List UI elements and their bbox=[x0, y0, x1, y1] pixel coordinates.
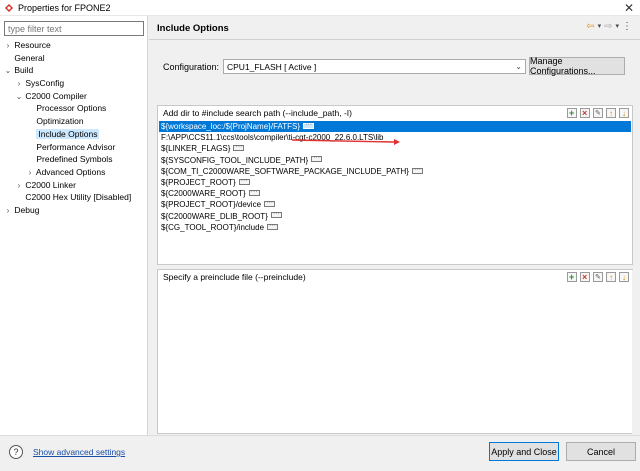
tree-item-label: Performance Advisor bbox=[36, 141, 116, 152]
include-path-text: ${C2000WARE_DLIB_ROOT} bbox=[161, 211, 268, 221]
edit-path-icon[interactable] bbox=[593, 107, 603, 121]
tree-item-label: Processor Options bbox=[36, 103, 107, 114]
edit-preinclude-icon[interactable] bbox=[593, 271, 603, 285]
tree-item-label: General bbox=[14, 52, 45, 63]
menu-icon[interactable]: ⋮ bbox=[622, 22, 632, 32]
annotation-arrow bbox=[291, 139, 400, 145]
tree-item-label: C2000 Linker bbox=[25, 179, 76, 190]
tree-item[interactable]: Performance Advisor bbox=[0, 141, 148, 154]
include-path-text: ${CG_TOOL_ROOT}/include bbox=[161, 222, 265, 232]
property-tree: › Resource General ⌄ Build › SysConfig ⌄ C2… bbox=[0, 39, 148, 217]
include-path-row[interactable]: ${C2000WARE_DLIB_ROOT} bbox=[159, 211, 631, 222]
tree-item[interactable]: Predefined Symbols bbox=[0, 153, 148, 166]
tree-item[interactable]: › Debug bbox=[0, 204, 148, 217]
forward-arrow-icon[interactable]: ⇨ bbox=[604, 22, 612, 32]
back-dropdown-icon[interactable]: ▾ bbox=[598, 22, 602, 32]
include-path-title: Add dir to #include search path (--inclu… bbox=[163, 108, 352, 118]
include-path-header: Add dir to #include search path (--inclu… bbox=[158, 106, 632, 121]
tree-item[interactable]: Include Options bbox=[0, 128, 148, 141]
window-close-icon[interactable]: ✕ bbox=[624, 1, 634, 15]
variable-badge-icon bbox=[248, 188, 260, 197]
include-path-text: ${PROJECT_ROOT}/device bbox=[161, 200, 262, 210]
variable-badge-icon bbox=[270, 211, 282, 220]
variable-badge-icon bbox=[267, 222, 279, 231]
move-up-icon[interactable] bbox=[606, 107, 616, 121]
configuration-value: CPU1_FLASH [ Active ] bbox=[227, 62, 317, 72]
move-down-icon[interactable] bbox=[619, 271, 629, 285]
tree-item[interactable]: General bbox=[0, 52, 148, 65]
show-advanced-settings-link[interactable]: Show advanced settings bbox=[33, 447, 125, 457]
tree-item[interactable]: ⌄ Build bbox=[0, 64, 148, 77]
variable-badge-icon bbox=[311, 155, 323, 164]
configuration-select[interactable]: CPU1_FLASH [ Active ] ⌄ bbox=[223, 59, 526, 74]
app-logo-icon bbox=[5, 3, 13, 12]
variable-badge-icon bbox=[411, 166, 423, 175]
page-title: Include Options bbox=[157, 23, 229, 34]
include-path-row[interactable]: ${PROJECT_ROOT}/device bbox=[159, 199, 631, 210]
tree-item[interactable]: › SysConfig bbox=[0, 77, 148, 90]
manage-configurations-button[interactable]: Manage Configurations... bbox=[529, 56, 625, 76]
include-path-text: ${C2000WARE_ROOT} bbox=[161, 189, 246, 199]
back-arrow-icon[interactable]: ⇦ bbox=[586, 22, 594, 32]
preinclude-panel: Specify a preinclude file (--preinclude) bbox=[157, 269, 633, 434]
apply-and-close-button[interactable]: Apply and Close bbox=[489, 442, 559, 461]
tree-item[interactable]: Processor Options bbox=[0, 102, 148, 115]
tree-item[interactable]: › C2000 Linker bbox=[0, 179, 148, 192]
page-header: Include Options ⇦ ▾ ⇨ ▾ ⋮ bbox=[149, 16, 640, 40]
move-down-icon[interactable] bbox=[619, 107, 629, 121]
add-path-icon[interactable] bbox=[567, 106, 577, 120]
property-navigation-pane: › Resource General⌄ Build› SysConfig⌄ C2… bbox=[0, 16, 148, 435]
tree-item[interactable]: Optimization bbox=[0, 115, 148, 128]
preinclude-title: Specify a preinclude file (--preinclude) bbox=[163, 272, 306, 282]
tree-item-label: Resource bbox=[14, 40, 51, 50]
tree-item[interactable]: › Resource bbox=[0, 39, 148, 52]
include-path-row[interactable]: ${COM_TI_C2000WARE_SOFTWARE_PACKAGE_INCL… bbox=[159, 166, 631, 177]
include-path-row[interactable]: ${C2000WARE_ROOT} bbox=[159, 188, 631, 199]
configuration-label: Configuration: bbox=[163, 61, 220, 72]
include-path-text: ${PROJECT_ROOT} bbox=[161, 177, 236, 187]
include-path-toolbar bbox=[567, 106, 629, 121]
add-preinclude-icon[interactable] bbox=[567, 270, 577, 284]
tree-item-label: C2000 Compiler bbox=[25, 90, 87, 101]
variable-badge-icon bbox=[264, 199, 276, 208]
delete-path-icon[interactable] bbox=[580, 106, 590, 120]
variable-badge-icon bbox=[238, 177, 250, 186]
include-path-text: ${workspace_loc:/${ProjName}/FATFS} bbox=[161, 122, 301, 131]
include-path-row[interactable]: ${CG_TOOL_ROOT}/include bbox=[159, 222, 631, 233]
preinclude-header: Specify a preinclude file (--preinclude) bbox=[158, 270, 632, 285]
include-path-row[interactable]: ${PROJECT_ROOT} bbox=[159, 177, 631, 188]
cancel-button[interactable]: Cancel bbox=[566, 442, 636, 461]
tree-item[interactable]: ⌄ C2000 Compiler bbox=[0, 90, 148, 103]
tree-item[interactable]: C2000 Hex Utility [Disabled] bbox=[0, 191, 148, 204]
filter-input[interactable] bbox=[4, 21, 144, 36]
tree-item[interactable]: › Advanced Options bbox=[0, 166, 148, 179]
delete-preinclude-icon[interactable] bbox=[580, 270, 590, 284]
tree-item-label: Build bbox=[14, 65, 34, 76]
include-path-text: ${COM_TI_C2000WARE_SOFTWARE_PACKAGE_INCL… bbox=[161, 166, 409, 176]
window-title: Properties for FPONE2 bbox=[18, 2, 111, 13]
tree-item-label: Predefined Symbols bbox=[36, 154, 113, 165]
tree-item-label: C2000 Hex Utility [Disabled] bbox=[25, 192, 132, 203]
forward-dropdown-icon[interactable]: ▾ bbox=[615, 22, 619, 32]
page-nav-toolbar: ⇦ ▾ ⇨ ▾ ⋮ bbox=[586, 22, 632, 32]
window-titlebar: Properties for FPONE2 ✕ bbox=[0, 0, 640, 16]
tree-item-label: SysConfig bbox=[25, 78, 65, 89]
include-path-text: ${LINKER_FLAGS} bbox=[161, 144, 231, 154]
variable-badge-icon bbox=[233, 143, 245, 152]
help-icon[interactable]: ? bbox=[9, 445, 23, 459]
include-path-text: ${SYSCONFIG_TOOL_INCLUDE_PATH} bbox=[161, 155, 309, 165]
vertical-scrollbar[interactable] bbox=[632, 270, 640, 435]
move-up-icon[interactable] bbox=[606, 271, 616, 285]
preinclude-toolbar bbox=[567, 270, 629, 285]
tree-item-label: Debug bbox=[14, 204, 40, 215]
chevron-down-icon: ⌄ bbox=[515, 62, 522, 71]
tree-item-label: Include Options bbox=[36, 128, 100, 139]
tree-item-label: Advanced Options bbox=[35, 166, 106, 177]
configuration-row: Configuration: CPU1_FLASH [ Active ] ⌄ bbox=[163, 59, 526, 74]
tree-item-label: Optimization bbox=[36, 116, 84, 127]
include-path-row[interactable]: ${SYSCONFIG_TOOL_INCLUDE_PATH} bbox=[159, 155, 631, 166]
chevron-right-icon[interactable]: › bbox=[4, 205, 12, 218]
